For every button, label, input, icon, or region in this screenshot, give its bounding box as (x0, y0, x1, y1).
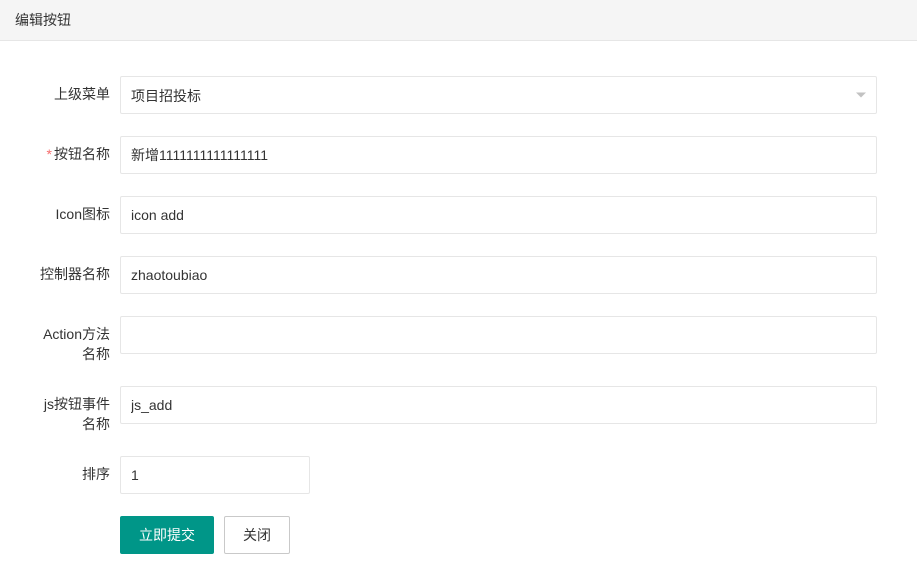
form-item-sort: 排序 (40, 456, 877, 494)
sort-input[interactable] (120, 456, 310, 494)
label-sort: 排序 (40, 456, 120, 485)
label-button-name: *按钮名称 (40, 136, 120, 165)
controller-input[interactable] (120, 256, 877, 294)
field-content (120, 456, 877, 494)
form-item-parent-menu: 上级菜单 项目招投标 (40, 76, 877, 114)
js-event-input[interactable] (120, 386, 877, 424)
button-row: 立即提交 关闭 (120, 516, 877, 554)
label-text: 按钮名称 (54, 146, 110, 162)
page-header: 编辑按钮 (0, 0, 917, 41)
field-content (120, 136, 877, 174)
parent-menu-select[interactable]: 项目招投标 (120, 76, 877, 114)
field-content (120, 196, 877, 234)
form-item-js-event: js按钮事件名称 (40, 386, 877, 434)
page-title: 编辑按钮 (15, 12, 71, 28)
label-icon: Icon图标 (40, 196, 120, 225)
label-js-event: js按钮事件名称 (40, 386, 120, 434)
form-container: 上级菜单 项目招投标 *按钮名称 Icon图标 控制器名称 (0, 41, 917, 574)
form-item-icon: Icon图标 (40, 196, 877, 234)
required-mark: * (47, 146, 52, 162)
submit-button[interactable]: 立即提交 (120, 516, 214, 554)
field-content (120, 386, 877, 424)
action-input[interactable] (120, 316, 877, 354)
form-item-button-name: *按钮名称 (40, 136, 877, 174)
close-button[interactable]: 关闭 (224, 516, 290, 554)
label-action: Action方法名称 (40, 316, 120, 364)
field-content (120, 256, 877, 294)
label-parent-menu: 上级菜单 (40, 76, 120, 105)
form-item-controller: 控制器名称 (40, 256, 877, 294)
select-value: 项目招投标 (131, 88, 201, 104)
icon-input[interactable] (120, 196, 877, 234)
form-item-action: Action方法名称 (40, 316, 877, 364)
chevron-down-icon (856, 93, 866, 98)
field-content: 项目招投标 (120, 76, 877, 114)
button-name-input[interactable] (120, 136, 877, 174)
label-controller: 控制器名称 (40, 256, 120, 285)
select-display: 项目招投标 (120, 76, 877, 114)
field-content (120, 316, 877, 354)
